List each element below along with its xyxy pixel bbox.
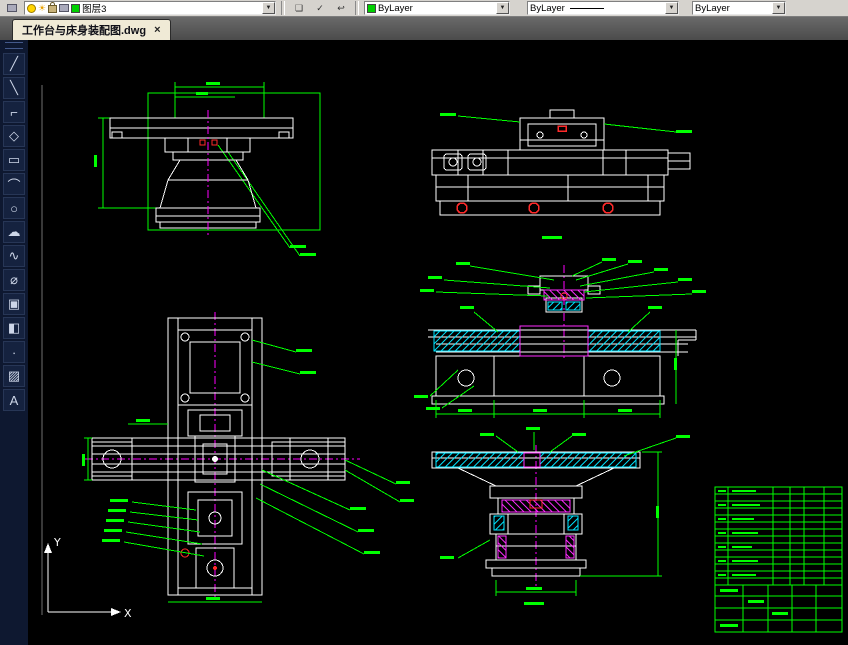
make-block-tool[interactable]: ◧: [3, 317, 25, 339]
insert-block-tool[interactable]: ▣: [3, 293, 25, 315]
point-tool[interactable]: ∙: [3, 341, 25, 363]
assembly-drawing: Y X: [41, 82, 843, 633]
sun-icon: ☀: [38, 2, 47, 13]
hatch-tool[interactable]: ▨: [3, 365, 25, 387]
arc-tool[interactable]: ⌒: [3, 173, 25, 195]
ucs-y-label: Y: [53, 536, 61, 549]
document-tabbar: 工作台与床身装配图.dwg ×: [0, 17, 848, 40]
text-tool[interactable]: A: [3, 389, 25, 411]
view-section-longitudinal: [414, 258, 706, 418]
rectangle-tool[interactable]: ▭: [3, 149, 25, 171]
layer-color-swatch: [71, 3, 81, 13]
layer-combo-arrow[interactable]: ▼: [262, 2, 275, 14]
construction-line-tool[interactable]: ╲: [3, 77, 25, 99]
autocad-window: ☀ 图层3 ▼ ❏ ✓ ↩ ByLayer ▼ ByLayer ▼ ByLaye…: [0, 0, 848, 645]
polyline-tool[interactable]: ⌐: [3, 101, 25, 123]
spline-tool[interactable]: ∿: [3, 245, 25, 267]
lineweight-combo[interactable]: ByLayer ▼: [692, 1, 786, 15]
document-tab[interactable]: 工作台与床身装配图.dwg ×: [12, 19, 171, 40]
view-section-cross: [431, 427, 690, 605]
ucs-icon: Y X: [44, 536, 132, 620]
lineweight-combo-arrow[interactable]: ▼: [772, 2, 785, 14]
document-tab-label: 工作台与床身装配图.dwg: [22, 25, 147, 37]
current-linetype-label: ByLayer: [530, 2, 565, 14]
view-plan: [82, 312, 414, 603]
layer-states-button[interactable]: ❏: [290, 1, 308, 15]
color-combo-arrow[interactable]: ▼: [496, 2, 509, 14]
circle-tool[interactable]: ○: [3, 197, 25, 219]
layers-icon: [7, 4, 17, 12]
color-combo[interactable]: ByLayer ▼: [364, 1, 510, 15]
revision-cloud-tool[interactable]: ☁: [3, 221, 25, 243]
toolbar-separator: [355, 1, 359, 15]
view-side: [431, 109, 692, 239]
lock-icon: [48, 2, 58, 13]
current-color-label: ByLayer: [378, 2, 413, 14]
layers-button[interactable]: [3, 1, 21, 15]
linetype-combo[interactable]: ByLayer ▼: [527, 1, 679, 15]
lightbulb-icon: [27, 3, 36, 13]
tab-close-icon[interactable]: ×: [154, 24, 160, 36]
linetype-combo-arrow[interactable]: ▼: [665, 2, 678, 14]
printer-icon: [59, 4, 70, 12]
layer-combo[interactable]: ☀ 图层3 ▼: [24, 1, 276, 15]
current-lineweight-label: ByLayer: [695, 2, 730, 14]
layer-name: 图层3: [82, 4, 107, 15]
toolbar-separator: [281, 1, 285, 15]
current-color-swatch: [367, 3, 376, 13]
title-block: [714, 486, 843, 633]
polygon-tool[interactable]: ◇: [3, 125, 25, 147]
properties-toolbar: ☀ 图层3 ▼ ❏ ✓ ↩ ByLayer ▼ ByLayer ▼ ByLaye…: [0, 0, 848, 17]
drawing-canvas[interactable]: Y X: [28, 40, 848, 645]
view-front: [94, 82, 321, 257]
ucs-x-label: X: [124, 607, 132, 620]
make-current-button[interactable]: ✓: [311, 1, 329, 15]
toolbar-grip[interactable]: [5, 42, 23, 49]
draw-toolbar: ╱ ╲ ⌐ ◇ ▭ ⌒ ○ ☁ ∿ ⌀ ▣ ◧ ∙ ▨ A: [0, 40, 28, 645]
layer-previous-button[interactable]: ↩: [332, 1, 350, 15]
main-area: ╱ ╲ ⌐ ◇ ▭ ⌒ ○ ☁ ∿ ⌀ ▣ ◧ ∙ ▨ A Y X: [0, 40, 848, 645]
ellipse-tool[interactable]: ⌀: [3, 269, 25, 291]
line-tool[interactable]: ╱: [3, 53, 25, 75]
linetype-sample: [569, 7, 604, 9]
